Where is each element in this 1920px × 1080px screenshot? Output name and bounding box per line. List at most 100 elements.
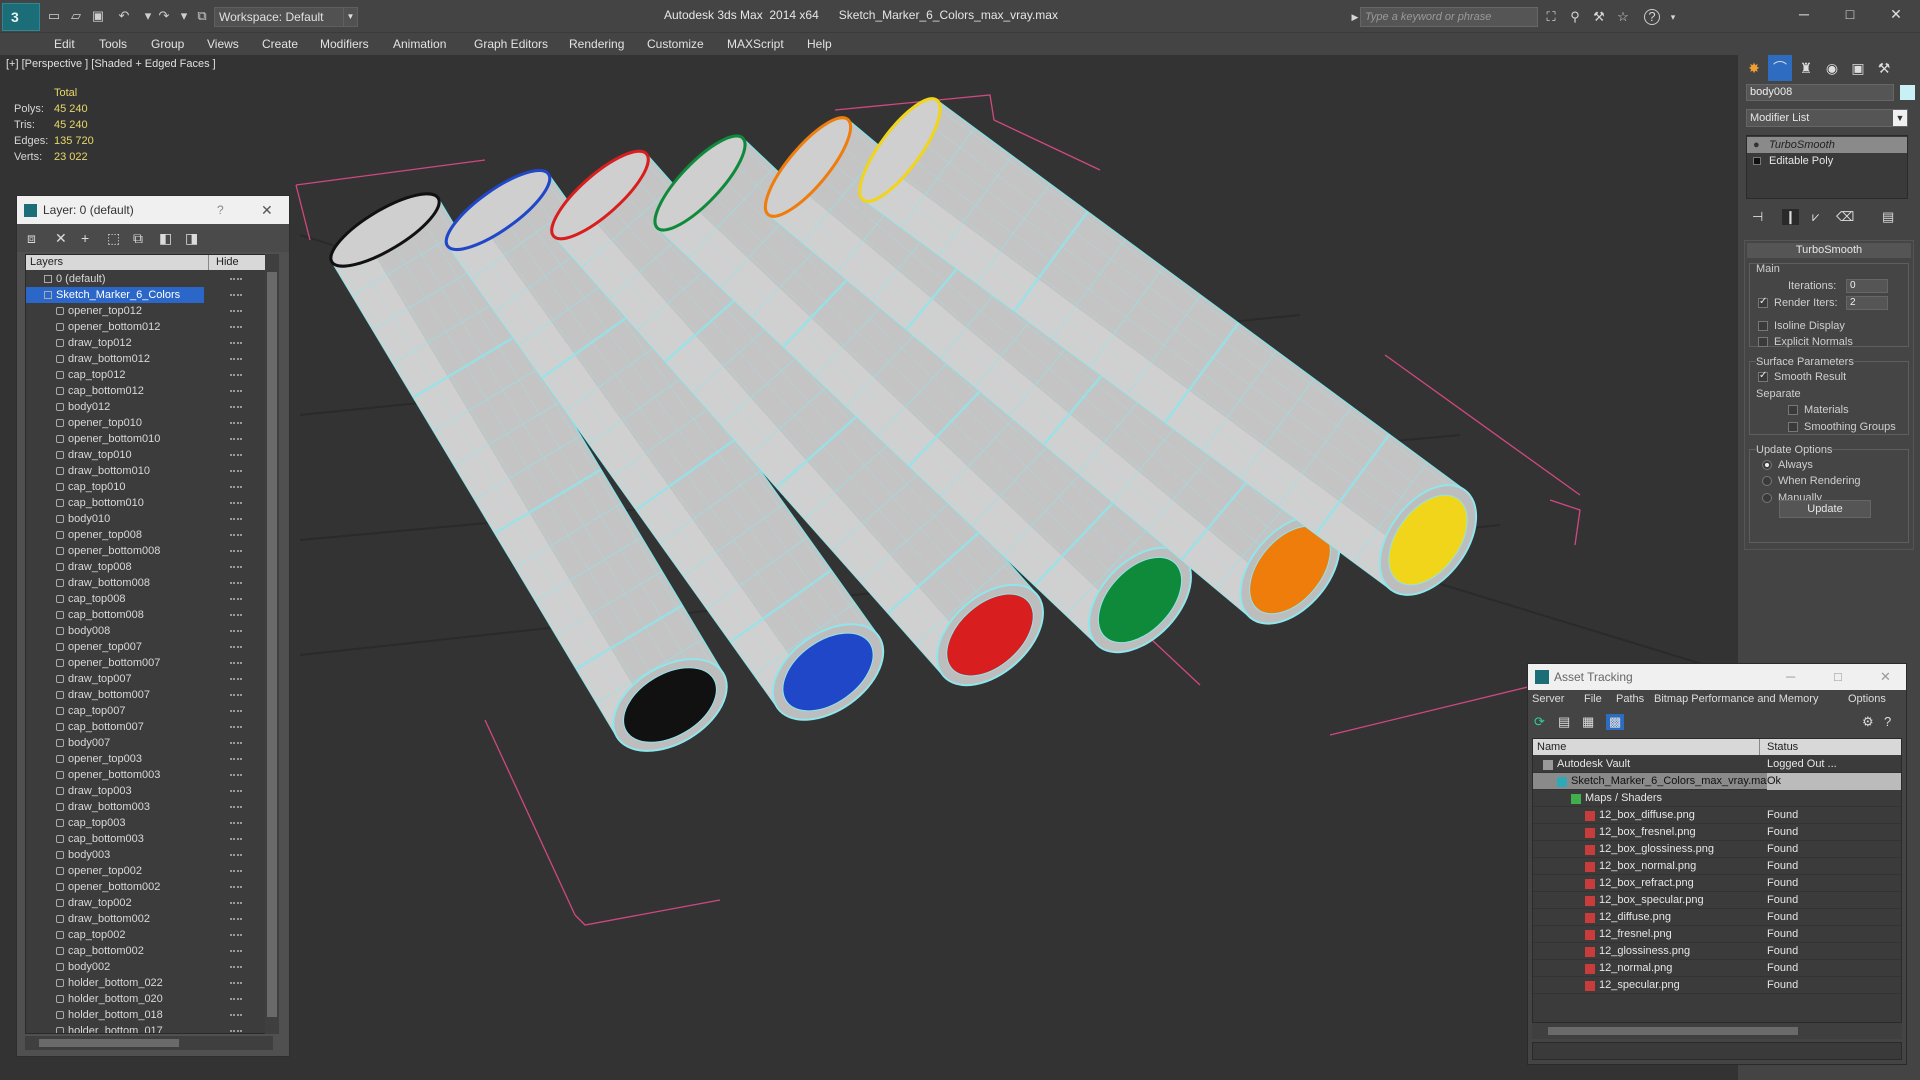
hide-toggle[interactable]	[230, 678, 242, 680]
hide-toggle[interactable]	[230, 646, 242, 648]
expand-icon[interactable]	[1753, 157, 1761, 165]
layer-row[interactable]: cap_top003	[26, 815, 256, 831]
lightbulb-icon[interactable]: ●	[1753, 137, 1760, 153]
hide-toggle[interactable]	[230, 886, 242, 888]
highlight-layer-icon[interactable]: ⧉	[133, 230, 143, 247]
layer-row[interactable]: opener_top002	[26, 863, 256, 879]
asset-row[interactable]: 12_fresnel.png Found	[1533, 926, 1901, 943]
layer-row[interactable]: holder_bottom_022	[26, 975, 256, 991]
hide-toggle[interactable]	[230, 774, 242, 776]
help-button[interactable]: ?	[217, 196, 224, 224]
make-unique-icon[interactable]: ⩗	[1812, 209, 1819, 225]
close-button[interactable]: ✕	[1874, 2, 1918, 26]
asset-row[interactable]: 12_specular.png Found	[1533, 977, 1901, 994]
menu-paths[interactable]: Paths	[1616, 693, 1644, 705]
hide-toggle[interactable]	[230, 758, 242, 760]
asset-row[interactable]: Maps / Shaders	[1533, 790, 1901, 807]
menu-views[interactable]: Views	[207, 37, 239, 51]
hide-toggle[interactable]	[230, 358, 242, 360]
object-name-field[interactable]: body008	[1746, 84, 1894, 101]
update-button[interactable]: Update	[1779, 500, 1871, 518]
asset-tracking-titlebar[interactable]: Asset Tracking ─ □ ✕	[1528, 664, 1906, 690]
redo-dropdown-icon[interactable]: ▾	[176, 8, 192, 24]
maximize-icon[interactable]: □	[1834, 664, 1842, 690]
hide-toggle[interactable]	[230, 982, 242, 984]
create-tab-icon[interactable]: ✸	[1742, 55, 1766, 81]
menu-bitmap-performance[interactable]: Bitmap Performance and Memory	[1654, 693, 1818, 705]
layer-row[interactable]: body003	[26, 847, 256, 863]
layer-row[interactable]: draw_top010	[26, 447, 256, 463]
asset-row[interactable]: 12_normal.png Found	[1533, 960, 1901, 977]
render-iters-checkbox[interactable]	[1758, 296, 1768, 308]
hide-toggle[interactable]	[230, 342, 242, 344]
layer-row[interactable]: opener_bottom010	[26, 431, 256, 447]
layer-row[interactable]: opener_top008	[26, 527, 256, 543]
project-folder-icon[interactable]: ⧉	[194, 8, 210, 24]
layer-row[interactable]: cap_top002	[26, 927, 256, 943]
freeze-all-icon[interactable]: ◨	[185, 230, 198, 247]
layer-vertical-scrollbar[interactable]	[265, 254, 279, 1034]
manually-radio[interactable]	[1762, 493, 1772, 503]
asset-row-selected[interactable]: Sketch_Marker_6_Colors_max_vray.max Ok	[1533, 773, 1901, 790]
materials-checkbox[interactable]	[1788, 405, 1798, 415]
hide-toggle[interactable]	[230, 1030, 242, 1032]
hide-toggle[interactable]	[230, 726, 242, 728]
favorites-star-icon[interactable]: ☆	[1614, 8, 1632, 26]
utilities-tab-icon[interactable]: ⚒	[1872, 55, 1896, 81]
layer-row[interactable]: cap_top012	[26, 367, 256, 383]
hide-toggle[interactable]	[230, 406, 242, 408]
layer-panel-titlebar[interactable]: Layer: 0 (default) ? ✕	[17, 196, 289, 224]
layer-row[interactable]: cap_top010	[26, 479, 256, 495]
layer-row[interactable]: draw_top008	[26, 559, 256, 575]
layer-row[interactable]: draw_bottom003	[26, 799, 256, 815]
layer-row[interactable]: body010	[26, 511, 256, 527]
layer-row[interactable]: opener_bottom007	[26, 655, 256, 671]
asset-horizontal-scrollbar[interactable]	[1532, 1023, 1902, 1039]
asset-row[interactable]: 12_box_normal.png Found	[1533, 858, 1901, 875]
hide-toggle[interactable]	[230, 614, 242, 616]
hide-toggle[interactable]	[230, 966, 242, 968]
hide-toggle[interactable]	[230, 374, 242, 376]
layer-row[interactable]: opener_top007	[26, 639, 256, 655]
layer-row[interactable]: body012	[26, 399, 256, 415]
hide-toggle[interactable]	[230, 294, 242, 296]
asset-row[interactable]: 12_box_specular.png Found	[1533, 892, 1901, 909]
hide-toggle[interactable]	[230, 278, 242, 280]
hide-toggle[interactable]	[230, 566, 242, 568]
pin-stack-icon[interactable]: ⊣	[1752, 209, 1763, 225]
hide-all-icon[interactable]: ◧	[159, 230, 172, 247]
binoculars-icon[interactable]: ⛶	[1542, 8, 1560, 26]
layer-row[interactable]: body002	[26, 959, 256, 975]
open-folder-icon[interactable]: ▱	[68, 8, 84, 24]
layer-row[interactable]: draw_top003	[26, 783, 256, 799]
layer-row[interactable]: draw_bottom002	[26, 911, 256, 927]
layer-row[interactable]: opener_bottom003	[26, 767, 256, 783]
layer-row[interactable]: opener_bottom002	[26, 879, 256, 895]
show-end-result-icon[interactable]: ❙	[1782, 209, 1799, 225]
smooth-result-checkbox[interactable]	[1758, 370, 1768, 382]
layer-row[interactable]: draw_bottom010	[26, 463, 256, 479]
smoothing-groups-checkbox[interactable]	[1788, 422, 1798, 432]
hide-toggle[interactable]	[230, 550, 242, 552]
hide-toggle[interactable]	[230, 870, 242, 872]
rollout-title[interactable]: TurboSmooth	[1747, 243, 1911, 258]
asset-row[interactable]: 12_box_glossiness.png Found	[1533, 841, 1901, 858]
hide-toggle[interactable]	[230, 486, 242, 488]
add-to-layer-icon[interactable]: +	[81, 230, 89, 246]
layer-row[interactable]: opener_top003	[26, 751, 256, 767]
layer-row[interactable]: holder_bottom_017	[26, 1023, 256, 1033]
settings-help-icon[interactable]: ?	[1884, 714, 1891, 729]
redo-icon[interactable]: ↷	[156, 8, 172, 24]
communication-icon[interactable]: ⚒	[1590, 8, 1608, 26]
table-view-icon[interactable]: ▩	[1606, 714, 1625, 730]
layer-row[interactable]: opener_bottom012	[26, 319, 256, 335]
asset-row[interactable]: Autodesk Vault Logged Out ...	[1533, 756, 1901, 773]
stack-item-editable-poly[interactable]: Editable Poly	[1747, 153, 1907, 169]
asset-row[interactable]: 12_box_refract.png Found	[1533, 875, 1901, 892]
layer-row[interactable]: draw_bottom007	[26, 687, 256, 703]
menu-group[interactable]: Group	[151, 37, 184, 51]
layer-row-selected[interactable]: Sketch_Marker_6_Colors	[26, 287, 242, 303]
hide-toggle[interactable]	[230, 518, 242, 520]
viewport-label[interactable]: [+] [Perspective ] [Shaded + Edged Faces…	[6, 58, 216, 70]
workspace-dropdown[interactable]: Workspace: Default ▼	[214, 7, 358, 27]
